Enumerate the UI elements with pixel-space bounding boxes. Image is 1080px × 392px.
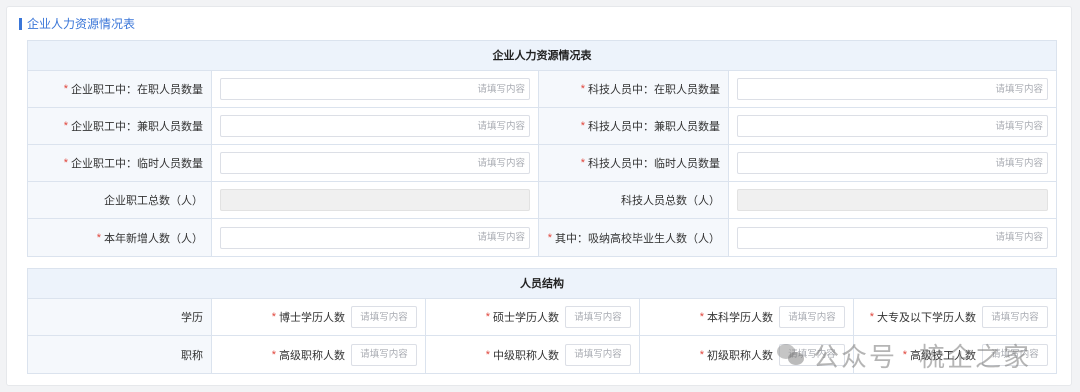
required-mark: *	[271, 348, 276, 361]
hr-row: *企业职工中：在职人员数量*科技人员中：在职人员数量	[28, 71, 1056, 108]
left-field-input[interactable]	[220, 152, 530, 174]
required-mark: *	[902, 348, 907, 361]
right-field-label: * 其中：吸纳高校毕业生人数（人）	[539, 219, 729, 256]
left-field-input[interactable]	[220, 115, 530, 137]
right-field-value	[729, 182, 1056, 218]
left-field-value	[212, 145, 539, 181]
required-mark: *	[869, 311, 874, 323]
hr-form-card: 企业人力资源情况表 企业人力资源情况表 *企业职工中：在职人员数量*科技人员中：…	[6, 6, 1072, 386]
hr-row: 企业职工总数（人） 科技人员总数（人）	[28, 182, 1056, 219]
left-field-label: * 企业职工中：临时人员数量	[28, 145, 212, 181]
structure-field-input[interactable]	[565, 306, 631, 328]
right-field-input[interactable]	[737, 115, 1048, 137]
right-field-value	[729, 71, 1056, 107]
right-field-input[interactable]	[737, 152, 1048, 174]
required-mark: *	[580, 157, 585, 169]
structure-field: * 本科学历人数	[640, 299, 854, 335]
required-mark: *	[485, 348, 490, 361]
required-mark: *	[96, 231, 101, 244]
required-mark: *	[547, 231, 552, 244]
field-label-text: 本年新增人数（人）	[104, 232, 203, 245]
right-field-label: * 科技人员中：临时人员数量	[539, 145, 729, 181]
field-label-text: 科技人员中：临时人员数量	[588, 158, 720, 170]
category-text: 职称	[181, 349, 203, 362]
field-label-text: 企业职工中：临时人员数量	[71, 158, 203, 170]
structure-field-label: 本科学历人数	[707, 312, 773, 324]
structure-field-input[interactable]	[351, 306, 417, 328]
right-field-label: 科技人员总数（人）	[539, 182, 729, 218]
hr-table: 企业人力资源情况表 *企业职工中：在职人员数量*科技人员中：在职人员数量*企业职…	[27, 40, 1057, 257]
left-field-value	[212, 108, 539, 144]
structure-field: * 高级职称人数	[212, 336, 426, 373]
hr-row: *企业职工中：兼职人员数量*科技人员中：兼职人员数量	[28, 108, 1056, 145]
left-field-label: 企业职工总数（人）	[28, 182, 212, 218]
required-mark: *	[699, 348, 704, 361]
required-mark: *	[271, 311, 276, 323]
hr-row: *本年新增人数（人）*其中：吸纳高校毕业生人数（人）	[28, 219, 1056, 256]
field-label-text: 其中：吸纳高校毕业生人数（人）	[555, 232, 720, 245]
structure-field-label: 初级职称人数	[707, 349, 773, 362]
right-field-value	[729, 108, 1056, 144]
structure-row: 职称*高级职称人数*中级职称人数*初级职称人数*高级技工人数	[28, 336, 1056, 373]
structure-field: * 博士学历人数	[212, 299, 426, 335]
field-label-text: 科技人员总数（人）	[621, 195, 720, 207]
right-field-value	[729, 145, 1056, 181]
structure-field: * 高级技工人数	[854, 336, 1056, 373]
structure-field-label: 硕士学历人数	[493, 312, 559, 324]
right-field-label: * 科技人员中：兼职人员数量	[539, 108, 729, 144]
required-mark: *	[580, 120, 585, 132]
structure-table: 人员结构 学历*博士学历人数*硕士学历人数*本科学历人数*大专及以下学历人数职称…	[27, 268, 1057, 374]
structure-field-input[interactable]	[982, 306, 1048, 328]
structure-field-label: 高级技工人数	[910, 349, 976, 362]
field-label-text: 企业职工总数（人）	[104, 195, 203, 207]
structure-field: * 大专及以下学历人数	[854, 299, 1056, 335]
structure-category-label: 职称	[28, 336, 212, 373]
structure-field: * 硕士学历人数	[426, 299, 640, 335]
required-mark: *	[63, 157, 68, 169]
field-label-text: 企业职工中：兼职人员数量	[71, 121, 203, 133]
right-field-label: * 科技人员中：在职人员数量	[539, 71, 729, 107]
structure-field-input[interactable]	[779, 306, 845, 328]
right-field-input	[737, 189, 1048, 211]
structure-row: 学历*博士学历人数*硕士学历人数*本科学历人数*大专及以下学历人数	[28, 299, 1056, 336]
category-text: 学历	[181, 312, 203, 324]
left-field-input[interactable]	[220, 226, 530, 249]
required-mark: *	[699, 311, 704, 323]
required-mark: *	[63, 83, 68, 95]
structure-field: * 中级职称人数	[426, 336, 640, 373]
structure-field-input[interactable]	[351, 343, 417, 366]
structure-field-input[interactable]	[779, 343, 845, 366]
structure-category-label: 学历	[28, 299, 212, 335]
structure-field-label: 博士学历人数	[279, 312, 345, 324]
required-mark: *	[63, 120, 68, 132]
left-field-value	[212, 219, 539, 256]
left-field-value	[212, 182, 539, 218]
right-field-input[interactable]	[737, 78, 1048, 100]
field-label-text: 科技人员中：在职人员数量	[588, 84, 720, 96]
right-field-value	[729, 219, 1056, 256]
left-field-label: * 企业职工中：在职人员数量	[28, 71, 212, 107]
hr-table-title: 企业人力资源情况表	[28, 41, 1056, 71]
left-field-label: * 企业职工中：兼职人员数量	[28, 108, 212, 144]
hr-row: *企业职工中：临时人员数量*科技人员中：临时人员数量	[28, 145, 1056, 182]
field-label-text: 企业职工中：在职人员数量	[71, 84, 203, 96]
left-field-input[interactable]	[220, 78, 530, 100]
structure-field-input[interactable]	[982, 343, 1048, 366]
required-mark: *	[485, 311, 490, 323]
structure-field-input[interactable]	[565, 343, 631, 366]
structure-field-label: 高级职称人数	[279, 349, 345, 362]
structure-table-title: 人员结构	[28, 269, 1056, 299]
structure-field-label: 中级职称人数	[493, 349, 559, 362]
required-mark: *	[580, 83, 585, 95]
right-field-input[interactable]	[737, 226, 1048, 249]
left-field-value	[212, 71, 539, 107]
left-field-input	[220, 189, 530, 211]
structure-field-label: 大专及以下学历人数	[877, 312, 976, 324]
left-field-label: * 本年新增人数（人）	[28, 219, 212, 256]
field-label-text: 科技人员中：兼职人员数量	[588, 121, 720, 133]
section-title: 企业人力资源情况表	[19, 17, 135, 31]
structure-field: * 初级职称人数	[640, 336, 854, 373]
